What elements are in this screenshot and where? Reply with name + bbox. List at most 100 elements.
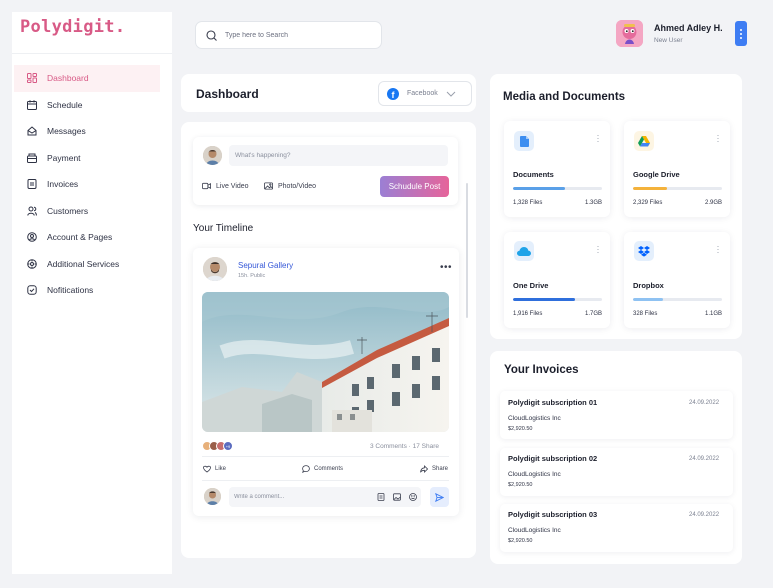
storage-progress-fill xyxy=(513,187,565,190)
sidebar-item-notifications[interactable]: Nofitications xyxy=(14,277,160,304)
post-stats: 3 Comments · 17 Share xyxy=(370,443,440,450)
attach-file-icon[interactable] xyxy=(377,493,385,501)
media-stats: 1,328 Files 1.3GB xyxy=(513,200,602,206)
notifications-icon xyxy=(25,284,38,297)
user-name: Ahmed Adley H. xyxy=(654,23,723,33)
user-avatar[interactable] xyxy=(616,20,643,47)
share-count[interactable]: 17 Share xyxy=(413,443,439,450)
media-stats: 328 Files 1.1GB xyxy=(633,311,722,317)
more-menu-button[interactable] xyxy=(735,21,747,46)
platform-select[interactable]: f Facebook xyxy=(378,81,472,106)
more-options-icon[interactable]: · · · xyxy=(596,242,600,257)
file-size: 1.1GB xyxy=(704,311,722,317)
commenter-avatar xyxy=(204,488,221,505)
app-logo[interactable]: Polydigit. xyxy=(20,17,125,37)
invoice-company: CloudLogistics Inc xyxy=(508,527,561,534)
invoice-name: Polydigit subscription 02 xyxy=(508,454,598,463)
sidebar-item-customers[interactable]: Customers xyxy=(14,198,160,225)
services-icon xyxy=(25,257,38,270)
storage-progress-bar xyxy=(633,187,722,190)
sidebar-item-label: Account & Pages xyxy=(47,232,113,243)
media-title: Media and Documents xyxy=(503,91,626,103)
dashboard-icon xyxy=(25,72,38,85)
share-icon xyxy=(420,465,428,473)
sidebar-item-schedule[interactable]: Schedule xyxy=(14,92,160,119)
user-role: New User xyxy=(654,37,683,44)
chevron-down-icon xyxy=(446,91,456,97)
invoice-date: 24.09.2022 xyxy=(689,456,720,462)
onedrive-icon xyxy=(514,241,534,261)
share-button[interactable]: Share xyxy=(420,465,448,473)
post-author-name[interactable]: Sepural Gallery xyxy=(238,261,293,270)
sidebar-item-label: Customers xyxy=(47,205,89,216)
post-author-avatar[interactable] xyxy=(203,257,227,281)
like-button[interactable]: Like xyxy=(203,465,226,473)
post-meta: 15h. Public xyxy=(238,273,266,279)
reaction-avatars[interactable]: +9 xyxy=(202,441,233,451)
file-count: 328 Files xyxy=(633,311,658,317)
live-video-label: Live Video xyxy=(216,182,249,190)
sidebar-item-messages[interactable]: Messages xyxy=(14,118,160,145)
post-options-icon[interactable]: ••• xyxy=(440,262,452,273)
more-options-icon[interactable]: · · · xyxy=(596,131,600,146)
composer-input[interactable] xyxy=(229,145,448,166)
sidebar-item-invoices[interactable]: Invoices xyxy=(14,171,160,198)
composer-avatar xyxy=(203,146,222,165)
search-input[interactable] xyxy=(225,31,375,39)
comment-icon xyxy=(302,465,310,473)
image-icon xyxy=(264,182,273,190)
file-size: 1.3GB xyxy=(584,200,602,206)
sidebar-item-label: Payment xyxy=(47,152,81,163)
emoji-icon[interactable] xyxy=(409,493,417,501)
file-count: 1,328 Files xyxy=(513,200,543,206)
invoices-title: Your Invoices xyxy=(504,364,579,376)
google-drive-icon xyxy=(634,131,654,151)
sidebar-item-payment[interactable]: Payment xyxy=(14,145,160,172)
like-label: Like xyxy=(215,466,227,472)
sidebar-divider xyxy=(12,53,172,54)
customers-icon xyxy=(25,204,38,217)
invoice-date: 24.09.2022 xyxy=(689,400,720,406)
storage-progress-fill xyxy=(633,187,667,190)
invoice-amount: $2,920.50 xyxy=(508,482,533,488)
sidebar-item-dashboard[interactable]: Dashboard xyxy=(14,65,160,92)
invoice-name: Polydigit subscription 01 xyxy=(508,398,598,407)
send-comment-button[interactable] xyxy=(430,487,449,507)
payment-icon xyxy=(25,151,38,164)
file-count: 1,916 Files xyxy=(513,311,543,317)
heart-icon xyxy=(203,465,211,473)
live-video-button[interactable]: Live Video xyxy=(202,182,249,190)
more-options-icon[interactable]: · · · xyxy=(716,242,720,257)
media-name: Documents xyxy=(513,170,554,179)
feed-scrollbar[interactable] xyxy=(466,183,468,318)
file-count: 2,329 Files xyxy=(633,200,663,206)
media-stats: 1,916 Files 1.7GB xyxy=(513,311,602,317)
kebab-dot xyxy=(740,32,742,35)
search-bar[interactable] xyxy=(195,21,382,49)
logo-text: Polydigit xyxy=(20,17,115,37)
post-image[interactable] xyxy=(202,292,449,432)
storage-progress-fill xyxy=(513,298,576,301)
video-camera-icon xyxy=(202,182,211,190)
invoice-date: 24.09.2022 xyxy=(689,512,720,518)
comment-count[interactable]: 3 Comments xyxy=(370,443,407,450)
storage-progress-bar xyxy=(513,298,602,301)
sidebar-item-label: Dashboard xyxy=(47,73,89,84)
file-size: 2.9GB xyxy=(704,200,722,206)
photo-video-label: Photo/Video xyxy=(278,182,317,190)
invoice-company: CloudLogistics Inc xyxy=(508,415,561,422)
comments-button[interactable]: Comments xyxy=(302,465,343,473)
media-stats: 2,329 Files 2.9GB xyxy=(633,200,722,206)
more-options-icon[interactable]: · · · xyxy=(716,131,720,146)
post-divider xyxy=(202,456,449,457)
timeline-title: Your Timeline xyxy=(193,223,254,234)
image-icon[interactable] xyxy=(393,493,401,501)
post-divider xyxy=(202,480,449,481)
sidebar-item-additional-services[interactable]: Additional Services xyxy=(14,251,160,278)
schedule-icon xyxy=(25,98,38,111)
sidebar-item-account-pages[interactable]: Account & Pages xyxy=(14,224,160,251)
messages-icon xyxy=(25,125,38,138)
photo-video-button[interactable]: Photo/Video xyxy=(264,182,316,190)
schedule-post-button[interactable]: Schudule Post xyxy=(380,176,449,197)
facebook-icon: f xyxy=(387,87,399,100)
